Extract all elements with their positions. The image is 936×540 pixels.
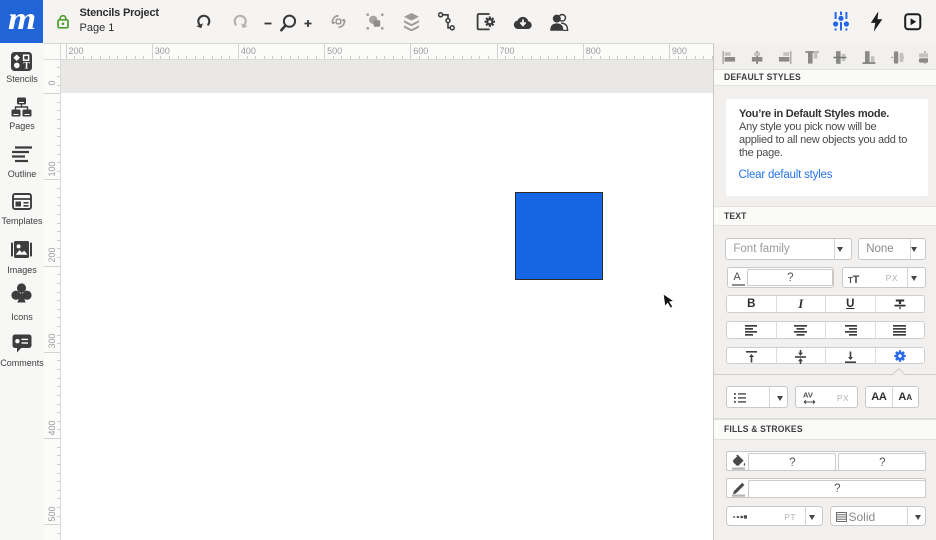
- svg-text:T: T: [852, 274, 859, 285]
- svg-text:AV: AV: [803, 391, 813, 400]
- svg-text:T: T: [23, 61, 30, 71]
